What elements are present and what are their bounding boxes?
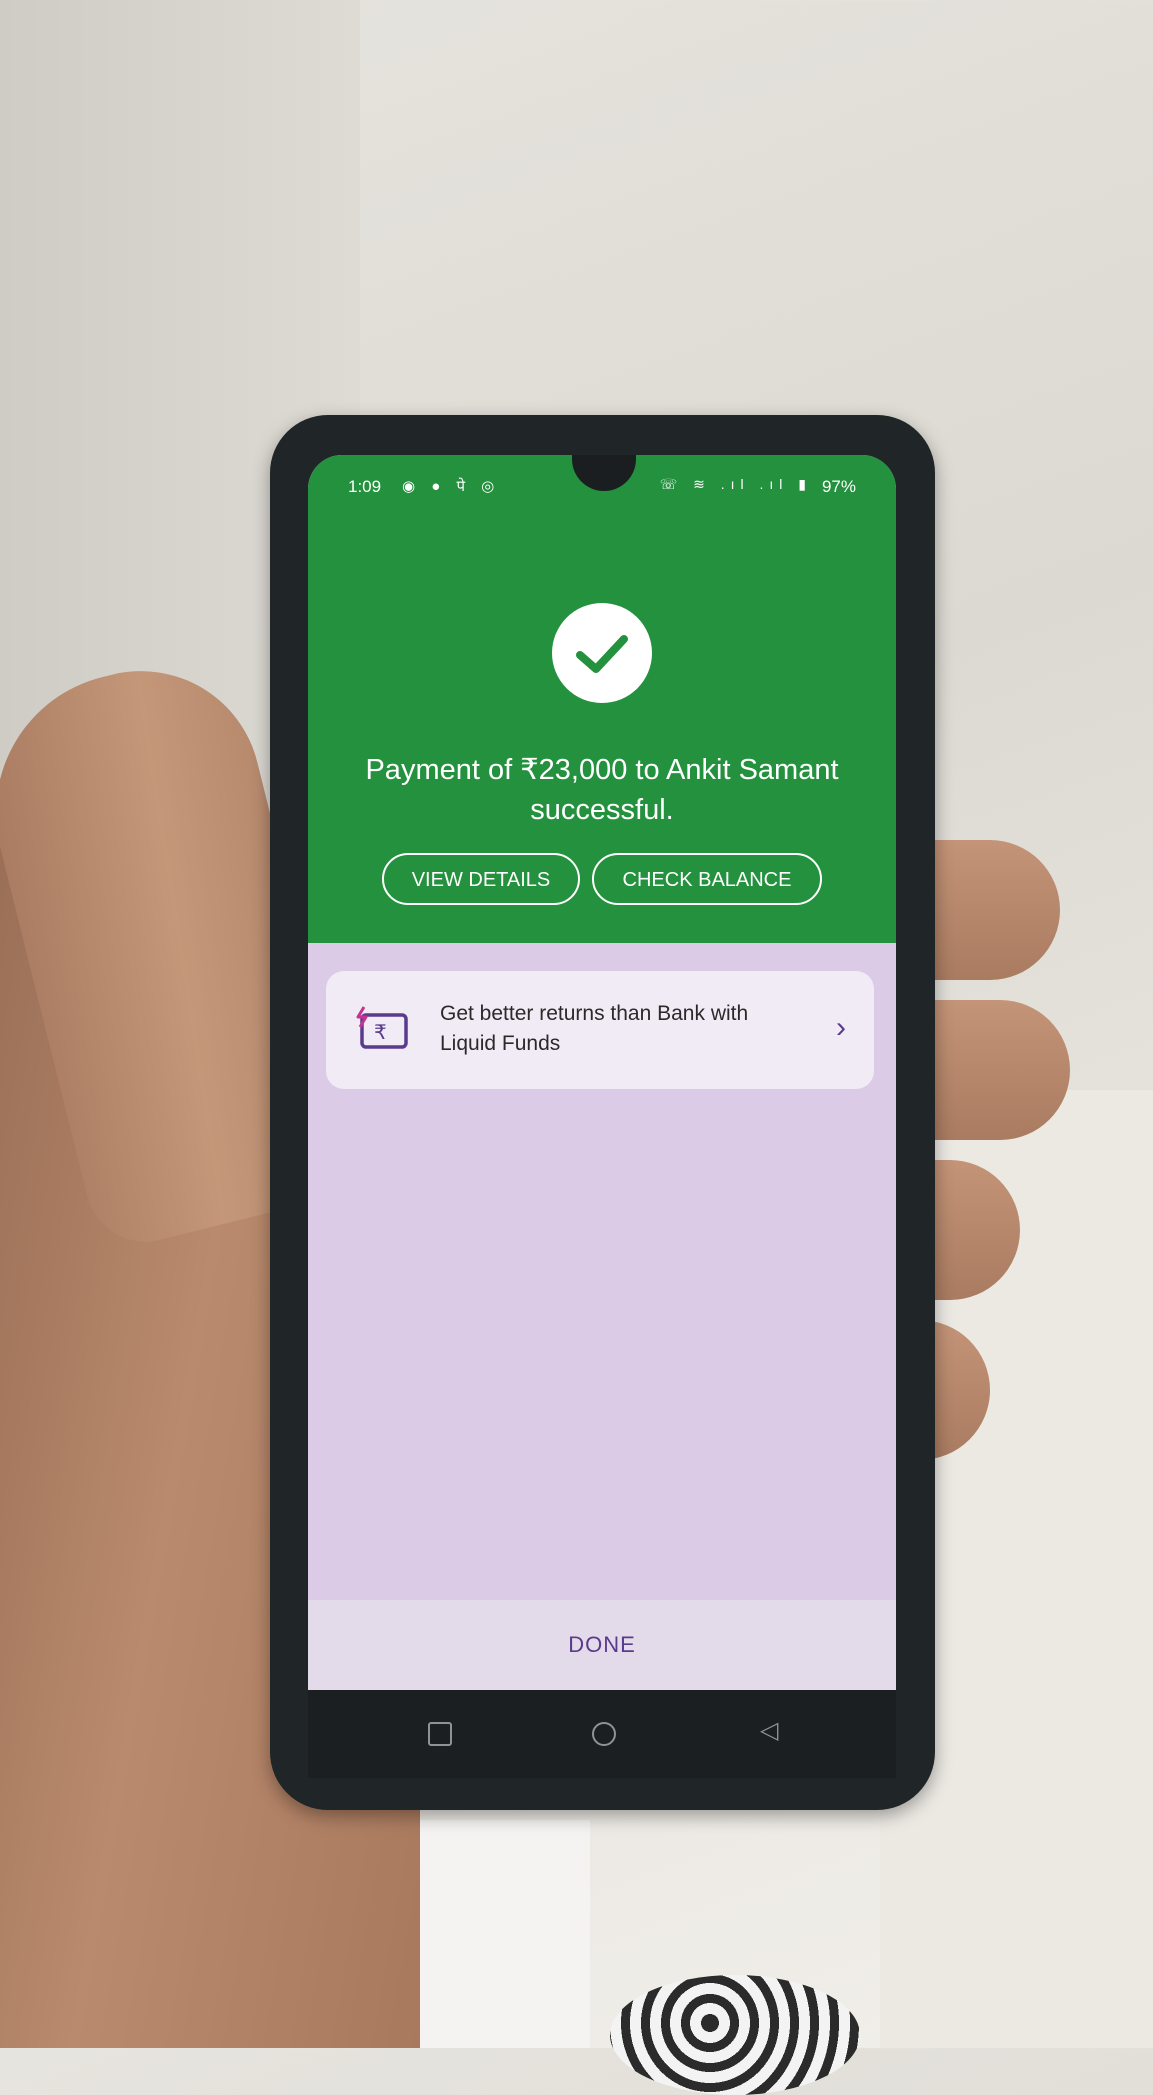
success-check-icon <box>552 603 652 703</box>
background-pattern-object <box>610 1975 860 2095</box>
view-details-button[interactable]: VIEW DETAILS <box>382 853 580 905</box>
status-time: 1:09 <box>348 477 382 496</box>
success-header: 1:09 ◉ ● पे ◎ ☏ ≋ .ıl .ıl ▮ 97% Payment … <box>308 455 896 943</box>
notification-icons: ◉ ● पे ◎ <box>402 478 501 495</box>
svg-text:₹: ₹ <box>374 1020 387 1044</box>
chevron-right-icon: › <box>836 1011 846 1044</box>
battery-level: 97% <box>821 477 856 496</box>
payment-success-message: Payment of ₹23,000 to Ankit Samant succe… <box>365 754 839 826</box>
done-bar: DONE <box>308 1600 896 1690</box>
liquid-funds-promo-card[interactable]: ₹ Get better returns than Bank with Liqu… <box>326 971 874 1089</box>
back-icon[interactable]: ◁ <box>760 1716 778 1745</box>
system-navigation-bar: ◁ <box>308 1690 896 1778</box>
rupee-wallet-icon: ₹ <box>354 1005 410 1056</box>
done-button[interactable]: DONE <box>308 1600 896 1690</box>
promo-text: Get better returns than Bank with Liquid… <box>440 1002 749 1055</box>
recent-apps-icon[interactable] <box>428 1722 452 1746</box>
home-icon[interactable] <box>592 1722 616 1746</box>
signal-icons: ☏ ≋ .ıl .ıl ▮ <box>659 476 812 492</box>
check-balance-button[interactable]: CHECK BALANCE <box>592 853 822 905</box>
phone-screen: 1:09 ◉ ● पे ◎ ☏ ≋ .ıl .ıl ▮ 97% Payment … <box>308 455 896 1690</box>
